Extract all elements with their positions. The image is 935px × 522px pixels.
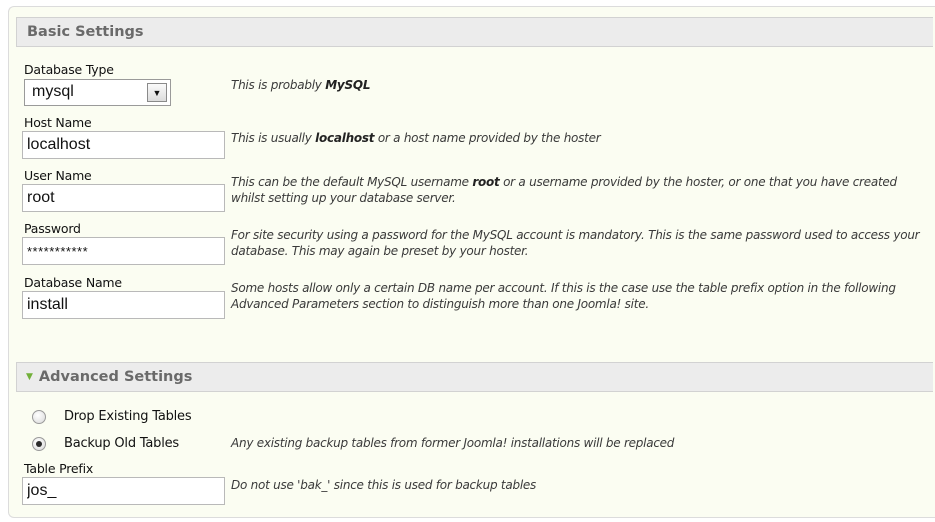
database-type-help-bold: MySQL — [325, 78, 371, 92]
host-name-label: Host Name — [24, 115, 92, 130]
table-prefix-input[interactable] — [22, 477, 225, 505]
chevron-down-icon[interactable]: ▼ — [147, 83, 167, 102]
drop-tables-option[interactable]: Drop Existing Tables — [32, 409, 192, 424]
table-prefix-help: Do not use 'bak_' since this is used for… — [231, 478, 537, 492]
backup-tables-option[interactable]: Backup Old Tables — [32, 436, 179, 451]
basic-settings-header: Basic Settings — [16, 17, 933, 47]
advanced-settings-title: Advanced Settings — [38, 369, 193, 385]
basic-settings-title: Basic Settings — [27, 24, 144, 40]
table-prefix-label: Table Prefix — [24, 461, 94, 476]
user-name-label: User Name — [24, 168, 92, 183]
database-type-help: This is probably MySQL — [231, 77, 921, 93]
backup-tables-help: Any existing backup tables from former J… — [231, 436, 675, 450]
drop-tables-label: Drop Existing Tables — [64, 409, 192, 424]
user-name-help: This can be the default MySQL username r… — [231, 174, 921, 206]
host-name-help-tail: or a host name provided by the hoster — [374, 131, 601, 145]
host-name-help: This is usually localhost or a host name… — [231, 130, 921, 146]
user-name-help-bold: root — [472, 175, 500, 189]
password-label: Password — [24, 221, 81, 236]
host-name-input[interactable] — [22, 131, 225, 159]
user-name-help-text: This can be the default MySQL username — [231, 175, 473, 189]
user-name-input[interactable] — [22, 184, 225, 212]
drop-tables-radio[interactable] — [32, 409, 46, 424]
database-type-label: Database Type — [24, 62, 114, 77]
host-name-help-text: This is usually — [231, 131, 316, 145]
triangle-down-icon[interactable]: ▼ — [26, 372, 33, 382]
password-input[interactable] — [22, 237, 225, 265]
database-name-help: Some hosts allow only a certain DB name … — [231, 281, 896, 311]
advanced-settings-header[interactable]: ▼ Advanced Settings — [16, 362, 933, 392]
database-type-value: mysql — [32, 83, 74, 100]
backup-tables-label: Backup Old Tables — [64, 436, 180, 451]
database-type-help-text: This is probably — [231, 78, 326, 92]
database-name-label: Database Name — [24, 275, 122, 290]
radio-selected-dot — [36, 440, 42, 447]
host-name-help-bold: localhost — [315, 131, 375, 145]
database-type-select[interactable]: mysql ▼ — [24, 79, 171, 106]
database-name-input[interactable] — [22, 291, 225, 319]
password-help: For site security using a password for t… — [231, 228, 920, 258]
backup-tables-radio[interactable] — [32, 436, 46, 451]
